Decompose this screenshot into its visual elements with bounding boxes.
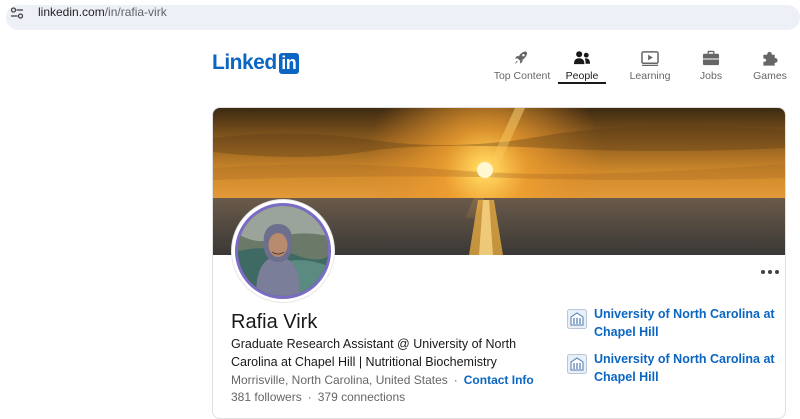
profile-photo-image bbox=[238, 206, 328, 296]
nav-learning[interactable]: Learning bbox=[620, 46, 680, 82]
logo-wordmark: Linked bbox=[212, 51, 277, 74]
nav-people[interactable]: People bbox=[558, 46, 606, 84]
nav-label: People bbox=[565, 70, 599, 82]
university-seal-icon bbox=[567, 309, 587, 329]
logo-in-box: in bbox=[278, 52, 299, 74]
url-path: /in/rafia-virk bbox=[104, 5, 167, 19]
nav-label: Top Content bbox=[493, 70, 551, 82]
puzzle-icon bbox=[763, 51, 778, 66]
nav-jobs[interactable]: Jobs bbox=[690, 46, 732, 82]
nav-label: Games bbox=[753, 70, 787, 82]
dot bbox=[775, 270, 779, 274]
separator-dot: · bbox=[307, 390, 312, 404]
url-text[interactable]: linkedin.com/in/rafia-virk bbox=[38, 5, 167, 20]
profile-stats: 381 followers · 379 connections bbox=[231, 390, 405, 404]
nav-top-content[interactable]: Top Content bbox=[490, 46, 554, 82]
dot bbox=[761, 270, 765, 274]
profile-headline: Graduate Research Assistant @ University… bbox=[231, 337, 517, 369]
education-name: University of North Carolina at Chapel H… bbox=[594, 352, 775, 384]
followers-count[interactable]: 381 followers bbox=[231, 390, 302, 404]
rocket-icon bbox=[514, 51, 528, 65]
profile-location-line: Morrisville, North Carolina, United Stat… bbox=[231, 372, 534, 388]
browser-address-bar: linkedin.com/in/rafia-virk bbox=[0, 0, 800, 34]
separator-dot: · bbox=[453, 373, 458, 387]
url-host: linkedin.com bbox=[38, 5, 105, 19]
top-nav: Top Content People Learning Jobs Games bbox=[490, 46, 796, 84]
linkedin-logo[interactable]: Linked in bbox=[212, 52, 299, 74]
more-options-icon[interactable] bbox=[761, 266, 781, 278]
site-settings-icon[interactable] bbox=[10, 7, 24, 19]
contact-info-link[interactable]: Contact Info bbox=[464, 373, 534, 387]
people-icon bbox=[573, 51, 591, 65]
connections-count[interactable]: 379 connections bbox=[318, 390, 405, 404]
profile-name: Rafia Virk bbox=[231, 311, 318, 333]
university-seal-icon bbox=[567, 354, 587, 374]
nav-games[interactable]: Games bbox=[744, 46, 796, 82]
nav-label: Jobs bbox=[699, 70, 723, 82]
profile-location: Morrisville, North Carolina, United Stat… bbox=[231, 373, 448, 387]
nav-label: Learning bbox=[629, 70, 671, 82]
profile-photo[interactable] bbox=[232, 200, 334, 302]
dot bbox=[768, 270, 772, 274]
play-icon bbox=[641, 51, 659, 67]
education-name: University of North Carolina at Chapel H… bbox=[594, 307, 775, 339]
briefcase-icon bbox=[702, 50, 720, 66]
